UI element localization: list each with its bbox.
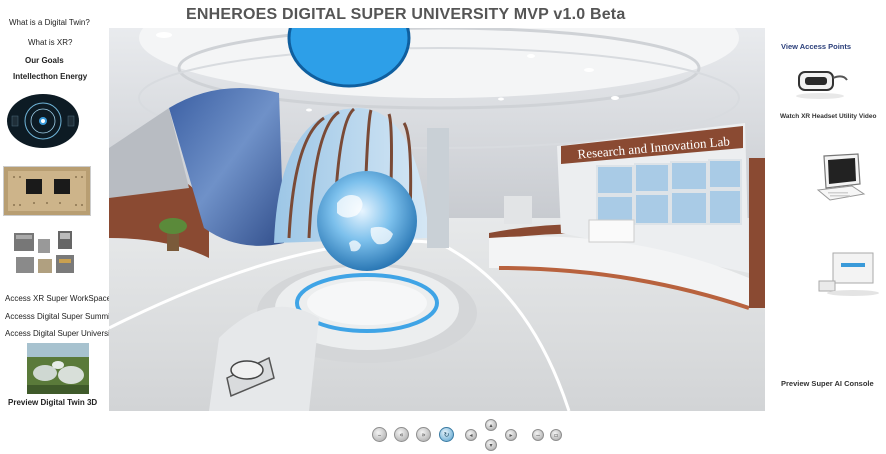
our-goals-link[interactable]: Our Goals: [25, 56, 64, 65]
hardware-thumbnail[interactable]: [12, 229, 78, 277]
headset-view-icon: [6, 94, 80, 148]
laptop-icon: [812, 150, 866, 210]
view-access-points-link[interactable]: View Access Points: [781, 42, 851, 51]
watch-xr-video-link[interactable]: Watch XR Headset Utility Video: [780, 113, 876, 120]
access-digital-university-link[interactable]: Access Digital Super University: [5, 329, 116, 338]
page-title: ENHEROES DIGITAL SUPER UNIVERSITY MVP v1…: [186, 6, 626, 23]
tile-grid-icon: [4, 167, 90, 215]
access-xr-workspace-link[interactable]: Access XR Super WorkSpace: [5, 294, 111, 303]
pan-left-button[interactable]: ◂: [465, 429, 477, 441]
arrow-left-icon: ◂: [469, 431, 473, 439]
pan-up-button[interactable]: ▴: [485, 419, 497, 431]
fullscreen-button[interactable]: ▫: [550, 429, 562, 441]
what-is-xr-link[interactable]: What is XR?: [28, 38, 72, 47]
access-digital-summit-link[interactable]: Accesss Digital Super Summit: [5, 312, 112, 321]
hardware-icon: [12, 229, 78, 277]
arrow-up-icon: ▴: [489, 421, 493, 429]
console-icon: [813, 241, 883, 301]
pan-down-button[interactable]: ▾: [485, 439, 497, 451]
preview-ai-console-link[interactable]: Preview Super AI Console: [781, 379, 874, 388]
rewind-button[interactable]: «: [394, 427, 409, 442]
forward-button[interactable]: »: [416, 427, 431, 442]
rewind-icon: «: [399, 430, 404, 439]
minus-icon: –: [377, 430, 382, 439]
digital-twin-link[interactable]: What is a Digital Twin?: [9, 18, 90, 27]
zoom-out-button[interactable]: –: [372, 427, 387, 442]
laptop-image[interactable]: [812, 150, 866, 210]
digital-twin-preview-thumbnail[interactable]: [27, 343, 89, 394]
aerial-campus-icon: [27, 343, 89, 394]
fullscreen-icon: ▫: [553, 431, 559, 439]
zoom-icon: −: [535, 431, 541, 439]
headset-view-thumbnail[interactable]: [6, 94, 80, 148]
autorotate-button[interactable]: ↻: [439, 427, 454, 442]
tiles-thumbnail[interactable]: [3, 166, 91, 216]
arrow-right-icon: ▸: [509, 431, 513, 439]
rotate-icon: ↻: [443, 430, 450, 439]
zoom-in-button[interactable]: −: [532, 429, 544, 441]
vr-headset-icon: [791, 60, 849, 100]
arrow-down-icon: ▾: [489, 441, 493, 449]
console-image[interactable]: [813, 241, 883, 301]
pan-right-button[interactable]: ▸: [505, 429, 517, 441]
panorama-viewer[interactable]: Research and Innovation Lab: [109, 28, 765, 411]
virtual-lobby-scene: Research and Innovation Lab: [109, 28, 765, 411]
fast-forward-icon: »: [421, 430, 426, 439]
preview-digital-twin-link[interactable]: Preview Digital Twin 3D: [8, 398, 97, 407]
intellecthon-energy-link[interactable]: Intellecthon Energy: [13, 72, 87, 81]
vr-headset-image[interactable]: [791, 60, 849, 100]
